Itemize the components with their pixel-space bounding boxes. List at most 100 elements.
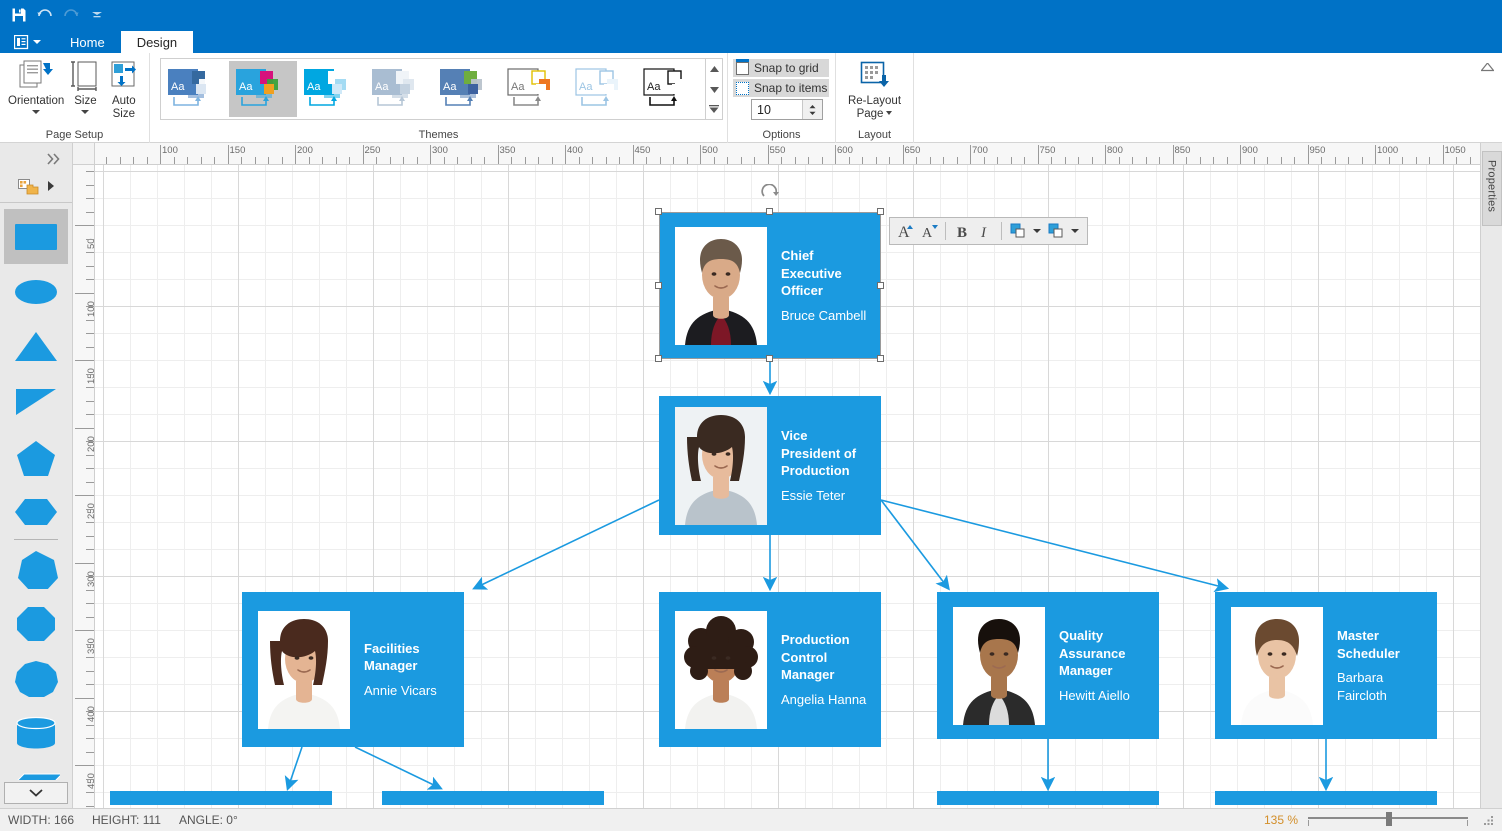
palette-octagon-shape[interactable] (4, 595, 68, 650)
ruler-minor-tick (86, 684, 94, 685)
org-node-ceo[interactable]: Chief Executive Officer Bruce Cambell (659, 212, 881, 359)
ruler-minor-tick (173, 157, 175, 164)
org-node-partial-4[interactable] (1215, 791, 1437, 805)
resize-handle-6[interactable] (766, 355, 773, 362)
node-photo (675, 406, 767, 525)
theme-thumbnail-5[interactable]: Aa (501, 61, 569, 117)
palette-rectangle-shape[interactable] (4, 209, 68, 264)
org-node-production[interactable]: Production Control Manager Angelia Hanna (659, 592, 881, 747)
theme-thumbnail-1[interactable]: Aa (229, 61, 297, 117)
ruler-major-tick (295, 145, 296, 164)
palette-right-triangle-shape[interactable] (4, 374, 68, 429)
palette-pentagon-shape[interactable] (4, 429, 68, 484)
gallery-scroll-down-icon[interactable] (709, 80, 719, 98)
ruler-minor-tick (511, 157, 512, 164)
bold-button[interactable]: B (951, 219, 973, 243)
ruler-major-tick (1037, 145, 1039, 164)
tab-home[interactable]: Home (54, 31, 121, 53)
org-node-partial-1[interactable] (110, 791, 332, 805)
spinner-buttons[interactable] (802, 100, 822, 119)
ruler-minor-tick (86, 238, 94, 240)
resize-handle-3[interactable] (655, 281, 662, 289)
ruler-major-tick (75, 427, 94, 429)
org-node-partial-2[interactable] (382, 791, 604, 805)
chevron-down-icon (81, 109, 90, 114)
resize-handle-2[interactable] (877, 208, 884, 215)
ruler-minor-tick (86, 306, 94, 307)
checkbox-box (736, 81, 749, 95)
palette-cylinder-shape[interactable] (4, 705, 68, 760)
application-menu-button[interactable] (8, 31, 46, 53)
theme-thumbnail-3[interactable]: Aa (365, 61, 433, 117)
org-node-facilities[interactable]: Facilities Manager Annie Vicars (242, 592, 464, 747)
theme-thumbnail-7[interactable]: Aa (637, 61, 705, 117)
shape-fill-dropdown[interactable] (1030, 219, 1044, 243)
ruler-minor-tick (86, 792, 94, 793)
vertical-ruler[interactable]: 50 100 150 200 250 300 350 400 450 (73, 165, 95, 808)
org-node-scheduler[interactable]: Master Scheduler Barbara Faircloth (1215, 592, 1437, 739)
shape-category-button[interactable] (0, 171, 72, 201)
ruler-minor-tick (86, 279, 94, 280)
undo-button[interactable] (32, 3, 58, 27)
snap-to-items-label: Snap to items (754, 81, 828, 95)
diagram-canvas[interactable]: Chief Executive Officer Bruce Cambell Vice… (95, 165, 1480, 808)
snap-to-items-checkbox[interactable]: Snap to items (733, 79, 829, 97)
gallery-scroll-up-icon[interactable] (709, 60, 719, 78)
gallery-scrollbar[interactable] (705, 59, 722, 119)
ruler-minor-tick (1267, 157, 1268, 164)
snap-to-grid-checkbox[interactable]: Snap to grid (733, 58, 829, 77)
org-node-partial-3[interactable] (937, 791, 1159, 805)
resize-handle-4[interactable] (877, 281, 884, 289)
gallery-expand-icon[interactable] (709, 100, 719, 118)
palette-heptagon-shape[interactable] (4, 540, 68, 595)
snap-spacing-stepper[interactable] (751, 99, 823, 120)
orientation-button[interactable]: Orientation (6, 56, 66, 114)
ruler-minor-tick (86, 522, 94, 523)
customize-quick-access-button[interactable] (84, 3, 110, 27)
shape-style-dropdown[interactable] (1068, 219, 1082, 243)
palette-ellipse-shape[interactable] (4, 264, 68, 319)
properties-tab[interactable]: Properties (1481, 151, 1502, 227)
ruler-minor-tick (1226, 157, 1228, 164)
resize-handle-7[interactable] (877, 355, 884, 362)
increase-font-size-button[interactable]: A (895, 219, 917, 243)
size-button[interactable]: Size (66, 56, 104, 114)
org-node-quality[interactable]: Quality Assurance Manager Hewitt Aiello (937, 592, 1159, 739)
resize-handle-5[interactable] (655, 355, 662, 362)
palette-cube-shape[interactable] (4, 760, 68, 780)
resize-grip-icon[interactable] (1482, 814, 1494, 826)
theme-thumbnail-2[interactable]: Aa (297, 61, 365, 117)
horizontal-ruler[interactable]: 100 150 200 250 300 350 400 450 500 550 600 650 700 7… (95, 143, 1480, 165)
snap-spacing-input[interactable] (752, 100, 802, 119)
ruler-minor-tick (956, 157, 958, 164)
org-node-vp[interactable]: Vice President of Production Essie Teter (659, 396, 881, 535)
ruler-label: 950 (1309, 145, 1326, 156)
resize-handle-1[interactable] (766, 208, 773, 215)
redo-button[interactable] (58, 3, 84, 27)
shape-style-button[interactable] (1045, 219, 1067, 243)
expand-palette-button[interactable] (0, 147, 72, 171)
zoom-slider[interactable] (1308, 812, 1468, 828)
resize-handle-0[interactable] (655, 208, 662, 215)
palette-triangle-shape[interactable] (4, 319, 68, 374)
ruler-label: 1000 (1377, 145, 1399, 156)
save-button[interactable] (6, 3, 32, 27)
theme-thumbnail-4[interactable]: Aa (433, 61, 501, 117)
palette-decagon-shape[interactable] (4, 650, 68, 705)
rotation-handle[interactable] (760, 183, 780, 204)
ruler-minor-tick (86, 481, 94, 483)
theme-thumbnail-0[interactable]: Aa (161, 61, 229, 117)
decrease-font-size-button[interactable]: A (918, 219, 940, 243)
shape-fill-button[interactable] (1007, 219, 1029, 243)
collapse-ribbon-button[interactable] (1480, 59, 1495, 77)
show-more-shapes-button[interactable] (4, 782, 68, 804)
theme-thumbnail-6[interactable]: Aa (569, 61, 637, 117)
node-title: Master Scheduler (1337, 628, 1400, 661)
ruler-minor-tick (322, 157, 323, 164)
tab-design[interactable]: Design (120, 31, 194, 53)
italic-button[interactable]: I (974, 219, 996, 243)
auto-size-button[interactable]: Auto Size (105, 56, 143, 120)
relayout-page-button[interactable]: Re-Layout Page (842, 56, 907, 120)
zoom-thumb[interactable] (1386, 812, 1392, 826)
palette-hexagon-shape[interactable] (4, 484, 68, 539)
